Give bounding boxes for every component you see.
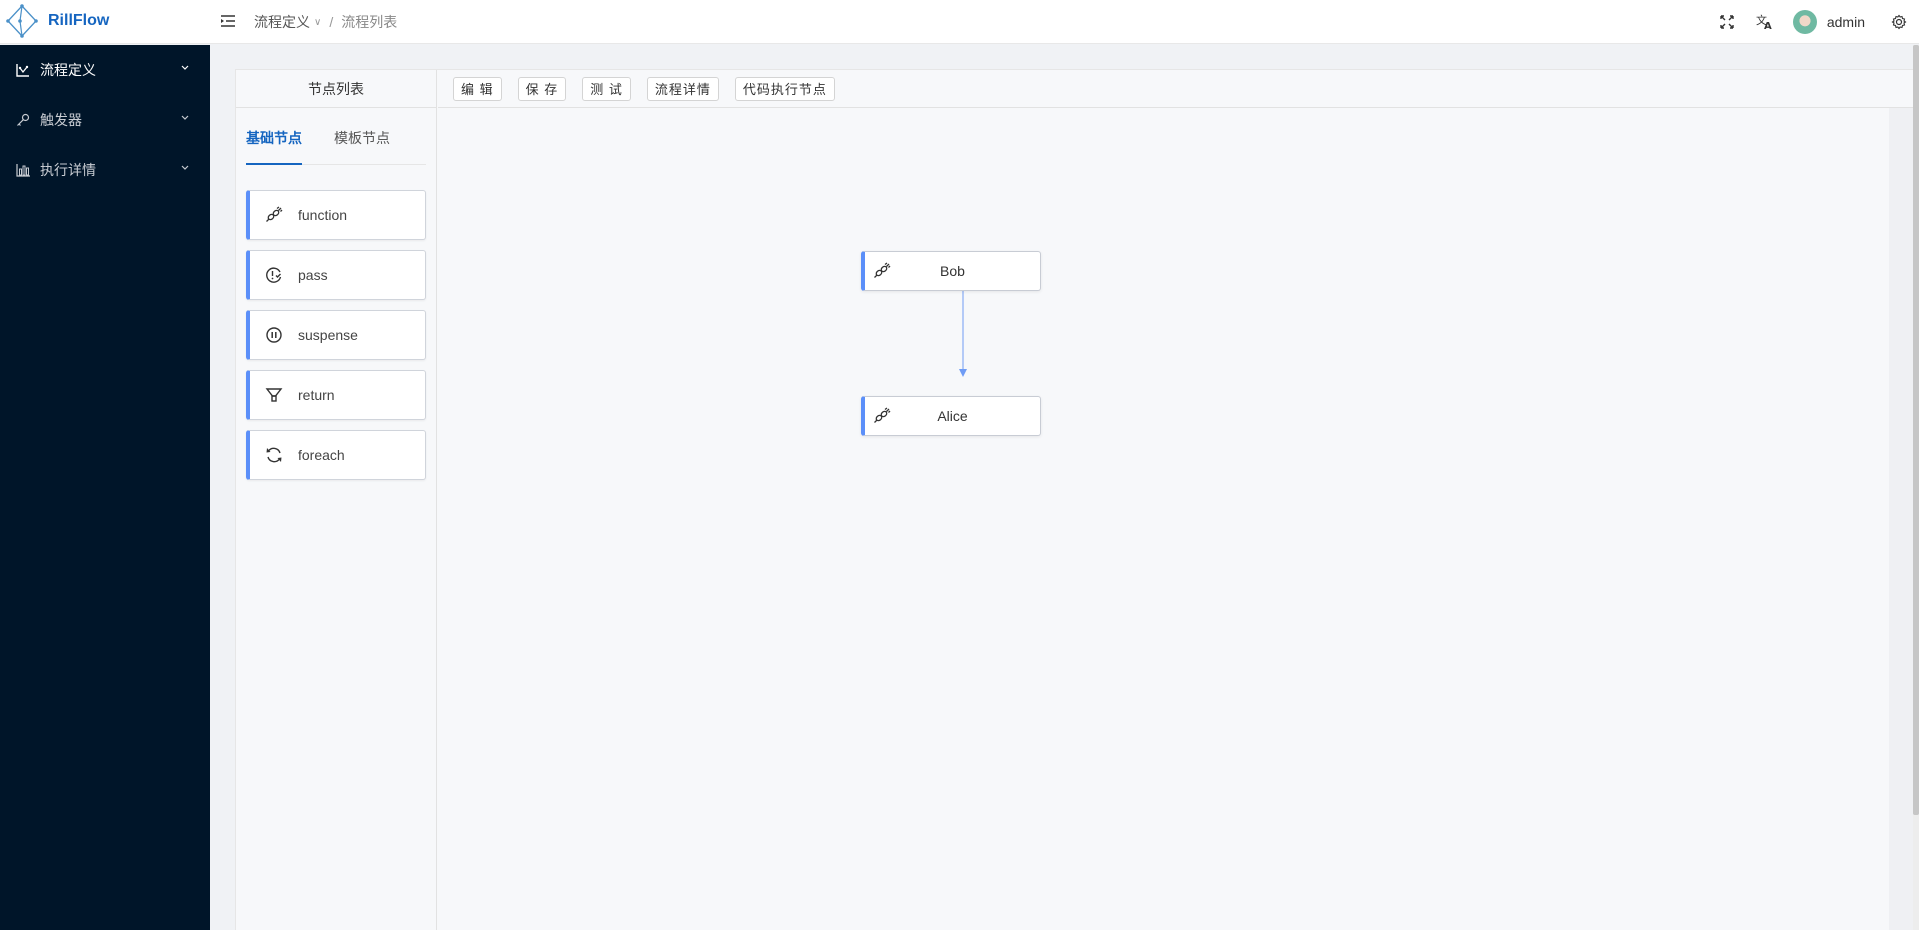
- node-item-return[interactable]: return: [246, 370, 426, 420]
- fullscreen-icon: [1720, 15, 1734, 29]
- node-item-label: pass: [298, 267, 328, 283]
- fullscreen-button[interactable]: [1717, 12, 1737, 32]
- test-button[interactable]: 测 试: [582, 76, 631, 101]
- settings-icon: [1891, 14, 1907, 30]
- breadcrumb-separator: /: [329, 14, 334, 30]
- sidebar-item-label: 触发器: [40, 112, 82, 128]
- sidebar-item-label: 执行详情: [40, 162, 96, 178]
- flow-chart-icon: [16, 62, 32, 78]
- translate-icon: 文 A: [1756, 13, 1772, 31]
- breadcrumb-item-flow-definition[interactable]: 流程定义: [254, 12, 310, 32]
- node-item-label: suspense: [298, 327, 358, 343]
- flow-editor-panel: 节点列表 基础节点 模板节点 function pass suspense re…: [235, 69, 1919, 930]
- flow-node-label: Bob: [940, 263, 965, 279]
- logo-icon: [6, 4, 38, 38]
- node-list-panel: 节点列表 基础节点 模板节点 function pass suspense re…: [236, 70, 437, 930]
- active-tab-indicator: [246, 163, 302, 165]
- menu-fold-icon: [221, 15, 235, 27]
- node-item-pass[interactable]: pass: [246, 250, 426, 300]
- sidebar-item-trigger[interactable]: 触发器: [0, 95, 210, 145]
- avatar[interactable]: [1792, 10, 1817, 34]
- node-item-foreach[interactable]: foreach: [246, 430, 426, 480]
- node-item-suspense[interactable]: suspense: [246, 310, 426, 360]
- flow-node-label: Alice: [937, 408, 968, 424]
- chevron-down-icon[interactable]: ∨: [314, 17, 321, 28]
- editor-toolbar: 编 辑 保 存 测 试 流程详情 代码执行节点: [438, 70, 1919, 108]
- bar-chart-icon: [16, 162, 32, 178]
- logo[interactable]: RillFlow: [6, 4, 109, 38]
- svg-text:A: A: [1764, 21, 1772, 31]
- funnel-icon: [264, 385, 284, 405]
- node-tabs: 基础节点 模板节点: [246, 108, 426, 165]
- tab-basic-nodes[interactable]: 基础节点: [246, 128, 302, 148]
- key-icon: [16, 112, 32, 128]
- node-item-label: function: [298, 207, 348, 223]
- node-list-title: 节点列表: [236, 70, 436, 108]
- breadcrumb: 流程定义 ∨ / 流程列表: [254, 12, 397, 32]
- sidebar-item-flow-definition[interactable]: 流程定义: [0, 45, 210, 95]
- node-item-label: foreach: [298, 447, 345, 463]
- pause-icon: [264, 325, 284, 345]
- language-button[interactable]: 文 A: [1755, 12, 1775, 32]
- top-bar: RillFlow 流程定义 ∨ / 流程列表 文 A admin: [0, 0, 1919, 44]
- app-name: RillFlow: [48, 12, 110, 29]
- code-execution-node-button[interactable]: 代码执行节点: [734, 76, 835, 101]
- breadcrumb-item-flow-list: 流程列表: [341, 14, 398, 30]
- flow-node-alice[interactable]: Alice: [861, 396, 1041, 436]
- edit-button[interactable]: 编 辑: [453, 76, 502, 101]
- username[interactable]: admin: [1827, 14, 1865, 30]
- node-item-function[interactable]: function: [246, 190, 426, 240]
- plug-icon: [874, 262, 891, 278]
- flow-canvas[interactable]: Bob Alice: [438, 108, 1889, 930]
- scrollbar-thumb[interactable]: [1913, 45, 1919, 815]
- plug-icon: [874, 407, 891, 423]
- sidebar: 流程定义 触发器 执行详情: [0, 45, 210, 930]
- flow-node-bob[interactable]: Bob: [861, 251, 1041, 291]
- page-scrollbar[interactable]: [1913, 45, 1919, 930]
- node-list: function pass suspense return foreach: [246, 190, 426, 490]
- chevron-down-icon: [181, 165, 189, 170]
- chevron-down-icon: [181, 65, 189, 70]
- loop-icon: [264, 445, 284, 465]
- header-actions: 文 A admin: [1717, 0, 1919, 44]
- canvas-side-strip: [1889, 108, 1913, 930]
- flow-details-button[interactable]: 流程详情: [646, 76, 719, 101]
- settings-button[interactable]: [1889, 12, 1909, 32]
- tab-template-nodes[interactable]: 模板节点: [334, 128, 390, 148]
- menu-fold-button[interactable]: [219, 12, 237, 30]
- sidebar-item-execution-details[interactable]: 执行详情: [0, 145, 210, 195]
- save-button[interactable]: 保 存: [517, 76, 567, 101]
- chevron-down-icon: [181, 115, 189, 120]
- plug-icon: [264, 205, 284, 225]
- pass-clock-icon: [264, 265, 284, 285]
- sidebar-item-label: 流程定义: [40, 62, 96, 78]
- node-item-label: return: [298, 387, 335, 403]
